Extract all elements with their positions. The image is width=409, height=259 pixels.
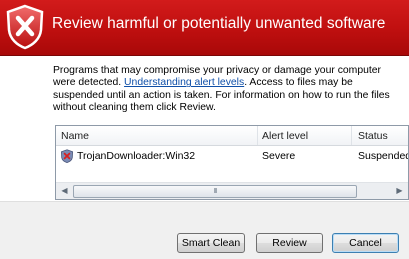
scrollbar-thumb[interactable]: III (73, 185, 357, 198)
scroll-left-button[interactable]: ◀ (57, 184, 72, 198)
threats-list: Name Alert level Status TrojanDownloader… (55, 125, 409, 200)
header-banner: Review harmful or potentially unwanted s… (0, 0, 409, 56)
column-divider[interactable] (257, 126, 258, 145)
alert-levels-link[interactable]: Understanding alert levels (124, 77, 244, 88)
review-button[interactable]: Review (256, 233, 323, 253)
threat-status: Suspended (358, 150, 408, 162)
banner-title: Review harmful or potentially unwanted s… (52, 15, 386, 32)
button-bar: Smart Clean Review Cancel (0, 201, 409, 259)
column-divider[interactable] (351, 126, 352, 145)
description-text: Programs that may compromise your privac… (53, 65, 398, 115)
list-header: Name Alert level Status (56, 126, 408, 146)
shield-x-icon (6, 4, 44, 50)
column-header-name[interactable]: Name (61, 130, 89, 142)
threat-alert-level: Severe (262, 150, 296, 162)
cancel-button[interactable]: Cancel (332, 233, 399, 253)
scroll-right-button[interactable]: ▶ (392, 184, 407, 198)
column-header-alert-level[interactable]: Alert level (262, 130, 308, 142)
smart-clean-button[interactable]: Smart Clean (177, 233, 245, 253)
threat-name: TrojanDownloader:Win32 (77, 150, 196, 162)
horizontal-scrollbar[interactable]: ◀ III ▶ (56, 182, 408, 199)
column-header-status[interactable]: Status (358, 130, 388, 142)
dialog-content: Programs that may compromise your privac… (0, 56, 409, 201)
threat-shield-icon (60, 149, 74, 163)
table-row[interactable]: TrojanDownloader:Win32 Severe Suspended (56, 147, 408, 165)
